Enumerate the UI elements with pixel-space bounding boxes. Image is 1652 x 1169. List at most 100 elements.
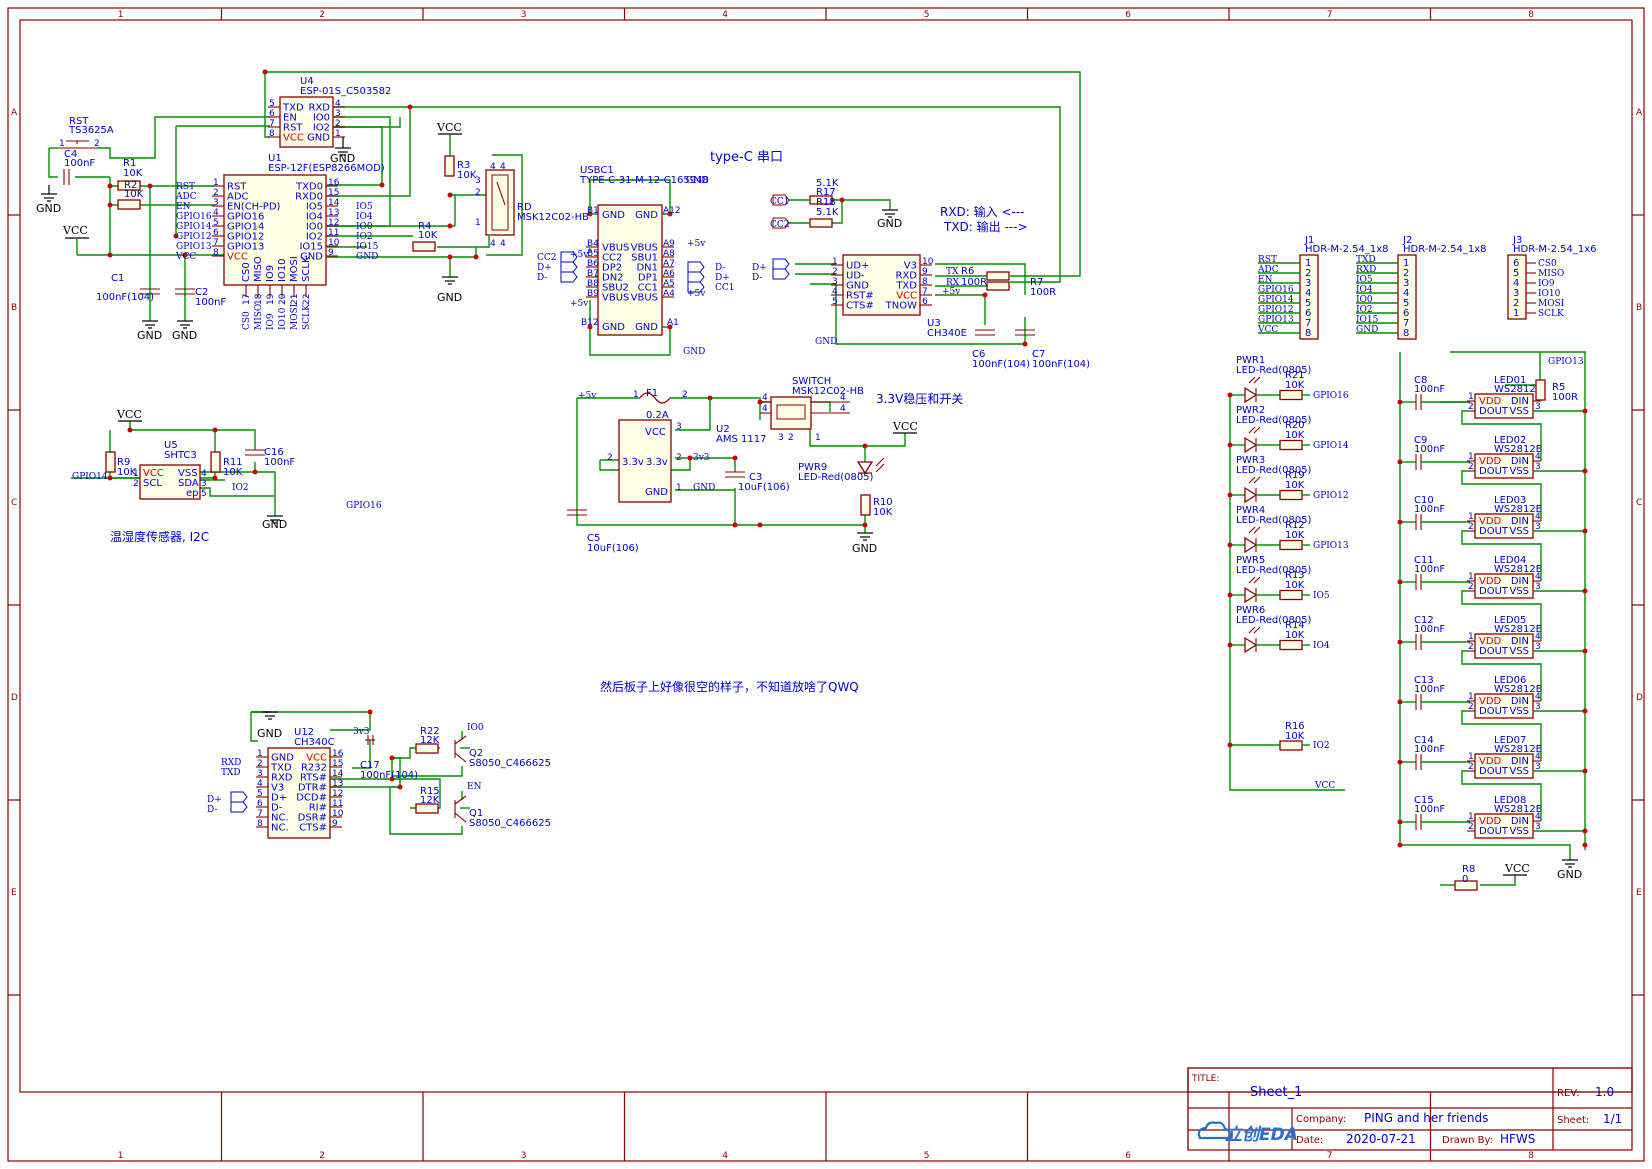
pin-label: IO9 (265, 265, 276, 282)
frame-row-label: B (1636, 303, 1642, 313)
net-label: IO9 (266, 313, 276, 330)
pin-number: 1 (1468, 512, 1474, 522)
pin-number: 2 (1468, 522, 1474, 532)
rd-part: MSK12C02-HB (517, 212, 589, 223)
pin-number: 10 (328, 238, 340, 248)
pin-label: VBUS (602, 293, 629, 304)
vcc-label: VCC (116, 408, 142, 421)
net-3v3: 3v3 (693, 453, 710, 463)
pin-number: 19 (266, 293, 276, 305)
r2-val: 10K (124, 189, 144, 200)
net-5v: +5v (942, 287, 961, 297)
gnd-label: GND (257, 727, 282, 740)
pin-number: 18 (254, 293, 264, 305)
frame-row-label: A (1636, 108, 1643, 118)
net-label: GPIO12 (1313, 491, 1349, 501)
f1-fuse: F1 0.2A +5v 12 (578, 388, 688, 421)
frame-col-label: 7 (1327, 1151, 1333, 1161)
svg-text:3: 3 (201, 479, 207, 489)
net-label: RST (176, 182, 195, 192)
pin-number: 7 (257, 809, 263, 819)
r15-resistor: R15 12K (415, 786, 440, 814)
header-part: HDR-M-2.54_1x8 (1305, 244, 1389, 255)
pin-number: A4 (663, 289, 675, 299)
c4-val: 100nF (64, 158, 95, 169)
c5-capacitor: C5 10uF(106) (567, 509, 639, 554)
res-val: 10K (1285, 430, 1305, 441)
company-value: PING and her friends (1364, 1111, 1488, 1125)
r11-val: 10K (223, 467, 243, 478)
net-dp: D+ (752, 263, 767, 273)
pin-number: 2 (1468, 402, 1474, 412)
pin-number: A1 (667, 318, 679, 328)
r11-resistor: R11 10K (210, 451, 243, 478)
pin-number: 9 (328, 248, 334, 258)
net-label: GPIO16 (1313, 391, 1349, 401)
r17-val: 5.1K (816, 178, 839, 189)
pin-label: GND (602, 322, 625, 333)
pin-label: DOUT (1479, 466, 1509, 477)
net-3v3: 3v3 (353, 727, 370, 737)
frame-col-label: 3 (521, 1151, 527, 1161)
pin-number: 1 (257, 749, 263, 759)
pin-number: 8 (1305, 328, 1311, 339)
svg-text:2: 2 (788, 433, 794, 443)
r8-val: 0 (1462, 874, 1468, 885)
svg-text:1: 1 (633, 390, 639, 400)
pin-number: 4 (832, 287, 838, 297)
frame-col-label: 1 (118, 10, 124, 20)
net-label: TXD (1356, 255, 1376, 265)
pin-number: 4 (1535, 812, 1541, 822)
gnd-symbol: GND (251, 711, 282, 740)
r4-val: 10K (418, 230, 438, 241)
q2-transistor: IO0 Q2 S8050_C466625 (454, 723, 551, 769)
pin-label: GND (602, 210, 625, 221)
gnd-label: GND (852, 542, 877, 555)
pin-number: 3 (1535, 402, 1541, 412)
r7-val: 100R (1030, 287, 1056, 298)
pin-number: 2 (335, 119, 341, 129)
net-label: GND (356, 252, 378, 262)
cc-resistors: CC1 R17 R18 5.1K CC2 5.1K GND (770, 178, 902, 230)
c1-capacitor: C1 100nF(104) GND (96, 273, 162, 342)
u5-part: SHTC3 (164, 450, 197, 461)
net-label: D+ (537, 263, 552, 273)
net-label: IO4 (356, 212, 373, 222)
frame-row-label: A (11, 108, 18, 118)
net-label: GPIO13 (176, 242, 212, 252)
svg-text:1: 1 (475, 218, 481, 228)
gnd-label: GND (36, 202, 61, 215)
pin-number: 2 (213, 188, 219, 198)
pin-number: 1 (1513, 308, 1519, 319)
u2-pin-3v3b: 3.3v (646, 457, 668, 468)
pin-number: 4 (1535, 692, 1541, 702)
pin-number: 9 (922, 267, 928, 277)
rst-part: TS3625A (68, 125, 114, 136)
gnd-label: GND (877, 217, 902, 230)
pin-label: VSS (1509, 466, 1529, 477)
u2-pin-3v3a: 3.3v (622, 457, 644, 468)
frame-row-label: E (11, 888, 17, 898)
pin-number: 3 (1535, 462, 1541, 472)
net-vcc: VCC (1314, 781, 1335, 791)
pin-number: B5 (587, 249, 599, 259)
pin-number: A8 (663, 249, 675, 259)
net-label: ADC (1257, 265, 1279, 275)
pin-number: 5 (832, 297, 838, 307)
r9-val: 10K (117, 467, 137, 478)
net-cc2: CC2 (770, 220, 790, 230)
pin-number: 3 (1535, 702, 1541, 712)
pin-number: 2 (1468, 642, 1474, 652)
pin-label: MOSI (289, 256, 300, 282)
net-label: IO15 (356, 242, 379, 252)
cap-val: 100nF (1414, 384, 1445, 395)
net-gnd: GND (693, 483, 715, 493)
pin-number: B6 (587, 259, 599, 269)
net-label: CC1 (715, 283, 735, 293)
vcc-symbol: VCC (116, 408, 142, 422)
net-io0: IO0 (467, 723, 484, 733)
r18-val: 5.1K (816, 207, 839, 218)
net-label: IO4 (1313, 641, 1330, 651)
net-io2: IO2 (232, 483, 249, 493)
pin-label: VSS (1509, 526, 1529, 537)
